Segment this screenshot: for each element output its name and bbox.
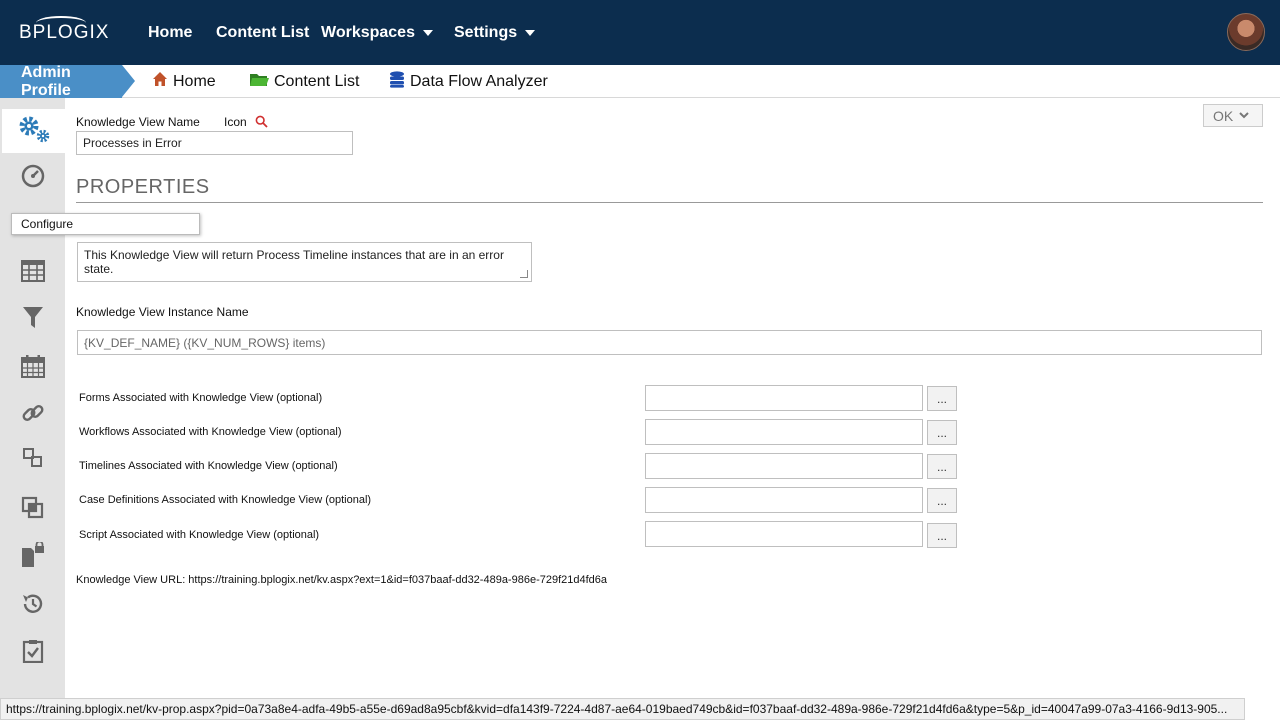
workflows-assoc-label: Workflows Associated with Knowledge View… [79, 426, 342, 438]
case-definitions-assoc-label: Case Definitions Associated with Knowled… [79, 494, 372, 506]
ok-button-label: OK [1213, 107, 1234, 124]
checklist-icon [22, 639, 44, 668]
nav-settings-label: Settings [454, 23, 518, 41]
nav-content-list-label: Content List [216, 23, 310, 41]
breadcrumb-data-flow-analyzer[interactable]: Data Flow Analyzer [389, 65, 548, 98]
sidebar-item-hierarchy[interactable] [0, 438, 65, 482]
calendar-icon [20, 354, 45, 383]
sidebar-item-checklist[interactable] [0, 631, 65, 675]
nav-content-list[interactable]: Content List [216, 0, 309, 65]
gears-icon [17, 114, 51, 149]
forms-assoc-field[interactable] [645, 385, 923, 411]
nav-settings[interactable]: Settings [454, 0, 536, 65]
ok-button[interactable]: OK [1203, 104, 1263, 127]
folder-icon [250, 72, 269, 92]
breadcrumb: Admin Profile Home Content List Data Flo… [0, 63, 1280, 99]
timelines-assoc-label: Timelines Associated with Knowledge View… [79, 460, 338, 472]
breadcrumb-home-label: Home [173, 72, 216, 90]
user-avatar[interactable] [1227, 13, 1265, 51]
history-icon [21, 592, 45, 621]
resize-handle[interactable] [520, 270, 528, 278]
script-assoc-label: Script Associated with Knowledge View (o… [79, 529, 320, 541]
timelines-assoc-field[interactable] [645, 453, 923, 479]
table-icon [20, 259, 45, 287]
breadcrumb-home[interactable]: Home [152, 65, 216, 98]
nav-home[interactable]: Home [148, 0, 192, 65]
sidebar-item-calendar[interactable] [0, 346, 65, 390]
hierarchy-icon [22, 447, 44, 474]
properties-heading: PROPERTIES [76, 176, 210, 198]
database-icon [389, 70, 405, 93]
link-icon [21, 401, 45, 430]
kv-url-text: Knowledge View URL: https://training.bpl… [76, 574, 608, 586]
chevron-down-icon [525, 29, 536, 36]
kv-name-value: Processes in Error [83, 136, 182, 150]
breadcrumb-data-flow-analyzer-label: Data Flow Analyzer [410, 72, 548, 90]
forms-browse-button[interactable]: ... [927, 386, 957, 411]
forms-assoc-label: Forms Associated with Knowledge View (op… [79, 392, 323, 404]
top-navigation-bar: BPLOGIX Home Content List Workspaces Set… [0, 0, 1280, 65]
icon-label: Icon [224, 115, 247, 129]
file-lock-icon [20, 540, 46, 573]
sidebar-item-configure[interactable] [2, 109, 65, 153]
case-definitions-assoc-field[interactable] [645, 487, 923, 513]
breadcrumb-content-list[interactable]: Content List [250, 65, 359, 98]
dashboard-icon [21, 164, 45, 193]
nav-home-label: Home [148, 23, 193, 41]
filter-icon [22, 306, 44, 335]
instance-name-label: Knowledge View Instance Name [76, 305, 249, 319]
sidebar-item-table[interactable] [0, 251, 65, 295]
chevron-down-icon [422, 29, 433, 36]
sidebar-item-history[interactable] [0, 584, 65, 628]
description-value: This Knowledge View will return Process … [84, 248, 504, 276]
kv-name-label: Knowledge View Name [76, 115, 200, 129]
home-icon [152, 71, 168, 92]
breadcrumb-admin-profile-label: Admin Profile [21, 63, 71, 99]
nav-workspaces-label: Workspaces [321, 23, 415, 41]
sidebar-item-clone[interactable] [0, 488, 65, 532]
sidebar-item-filter[interactable] [0, 298, 65, 342]
sidebar [0, 98, 65, 720]
breadcrumb-arrow [122, 65, 135, 97]
script-assoc-field[interactable] [645, 521, 923, 547]
workflows-browse-button[interactable]: ... [927, 420, 957, 445]
breadcrumb-admin-profile[interactable]: Admin Profile [0, 63, 122, 99]
section-divider [76, 202, 1263, 203]
configure-tooltip: Configure [11, 213, 200, 235]
instance-name-value: {KV_DEF_NAME} ({KV_NUM_ROWS} items) [84, 335, 326, 350]
chevron-down-icon [1239, 110, 1249, 122]
instance-name-field[interactable]: {KV_DEF_NAME} ({KV_NUM_ROWS} items) [77, 330, 1262, 355]
kv-name-field[interactable]: Processes in Error [76, 131, 353, 155]
sidebar-item-dashboard[interactable] [0, 156, 65, 200]
breadcrumb-content-list-label: Content List [274, 72, 360, 90]
nav-workspaces[interactable]: Workspaces [321, 0, 433, 65]
case-definitions-browse-button[interactable]: ... [927, 488, 957, 513]
sidebar-item-file-lock[interactable] [0, 535, 65, 579]
sidebar-item-link[interactable] [0, 393, 65, 437]
script-browse-button[interactable]: ... [927, 523, 957, 548]
timelines-browse-button[interactable]: ... [927, 454, 957, 479]
clone-icon [21, 496, 45, 525]
bplogix-logo[interactable]: BPLOGIX [19, 22, 109, 44]
browser-status-bar: https://training.bplogix.net/kv-prop.asp… [0, 698, 1245, 720]
description-textarea[interactable]: This Knowledge View will return Process … [77, 242, 532, 282]
workflows-assoc-field[interactable] [645, 419, 923, 445]
